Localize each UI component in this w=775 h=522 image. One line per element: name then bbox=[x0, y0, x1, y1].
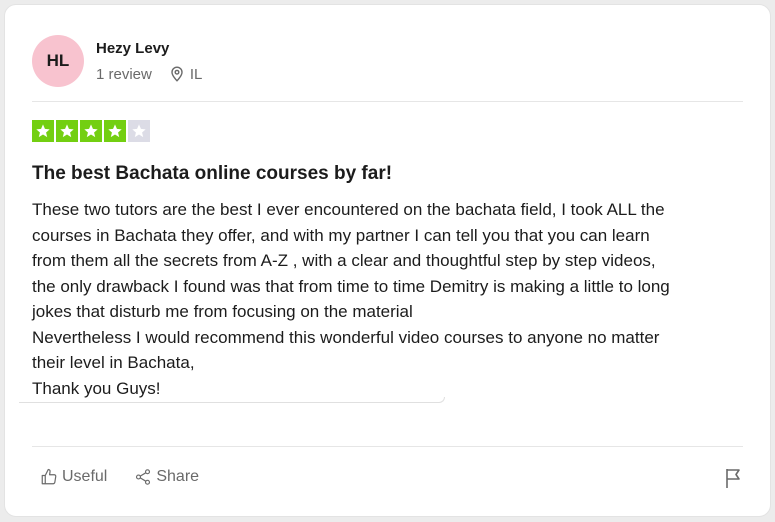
avatar-initials: HL bbox=[46, 51, 70, 70]
review-line: These two tutors are the best I ever enc… bbox=[32, 200, 665, 219]
share-label: Share bbox=[156, 468, 200, 485]
country-code: IL bbox=[189, 65, 203, 83]
thumbs-up-icon bbox=[41, 468, 57, 485]
text-box-edge bbox=[19, 397, 445, 403]
reviewer-name[interactable]: Hezy Levy bbox=[96, 40, 202, 58]
review-body: These two tutors are the best I ever enc… bbox=[32, 197, 752, 401]
review-line: courses in Bachata they offer, and with … bbox=[32, 225, 650, 245]
report-button[interactable] bbox=[724, 467, 744, 494]
location-pin-icon bbox=[171, 66, 183, 82]
flag-icon bbox=[726, 469, 740, 488]
avatar[interactable]: HL bbox=[32, 35, 84, 87]
reviewer-info: Hezy Levy 1 review IL bbox=[96, 40, 202, 83]
star-icon bbox=[128, 120, 150, 142]
share-icon bbox=[136, 469, 151, 485]
divider-bottom bbox=[32, 446, 743, 447]
share-button[interactable]: Share bbox=[134, 468, 199, 486]
reviewer-header: HL Hezy Levy 1 review IL bbox=[32, 35, 202, 87]
star-icon bbox=[56, 120, 78, 142]
review-line: Nevertheless I would recommend this wond… bbox=[32, 327, 660, 347]
review-line: jokes that disturb me from focusing on t… bbox=[32, 302, 413, 321]
useful-button[interactable]: Useful bbox=[40, 468, 107, 486]
review-title[interactable]: The best Bachata online courses by far! bbox=[32, 163, 392, 185]
review-card: HL Hezy Levy 1 review IL The best Bachat… bbox=[4, 4, 771, 517]
divider-top bbox=[32, 101, 743, 102]
review-line: from them all the secrets from A-Z , wit… bbox=[32, 251, 656, 270]
reviewer-location: IL bbox=[170, 65, 203, 83]
review-line: their level in Bachata, bbox=[32, 353, 195, 372]
review-actions: Useful Share bbox=[40, 468, 199, 486]
reviewer-meta: 1 review IL bbox=[96, 66, 202, 83]
review-line: the only drawback I found was that from … bbox=[32, 276, 670, 296]
star-icon bbox=[80, 120, 102, 142]
star-icon bbox=[104, 120, 126, 142]
star-icon bbox=[32, 120, 54, 142]
star-rating bbox=[32, 120, 152, 142]
useful-label: Useful bbox=[62, 468, 108, 485]
review-count: 1 review bbox=[96, 65, 152, 83]
